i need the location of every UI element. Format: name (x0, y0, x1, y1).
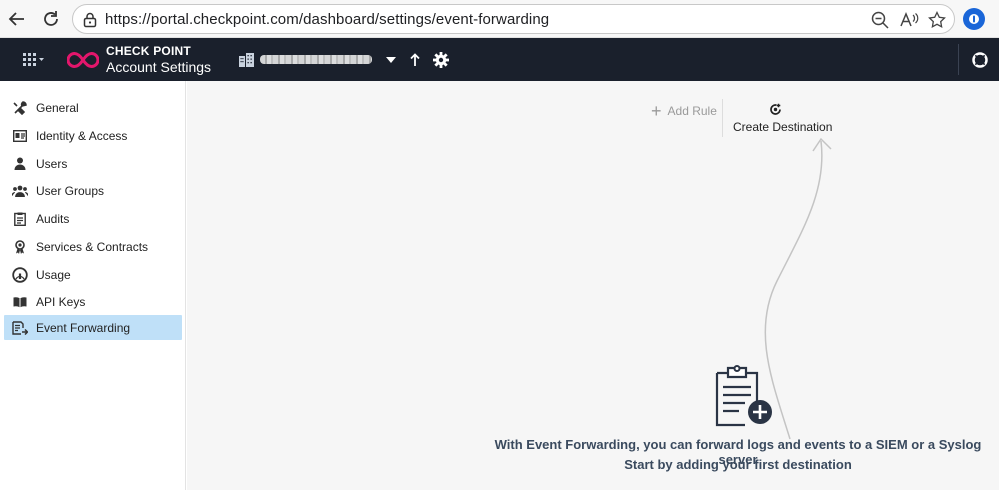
checkpoint-logo (66, 50, 100, 70)
account-dropdown-button[interactable] (384, 53, 398, 67)
settings-sidebar: General Identity & Access Users User Gro… (0, 81, 186, 490)
hint-arrow (764, 137, 832, 440)
sidebar-item-users[interactable]: Users (4, 151, 182, 176)
app-launcher-button[interactable] (22, 50, 46, 70)
infinity-logo-icon (67, 51, 99, 69)
user-icon (12, 156, 28, 172)
app-header: CHECK POINT Account Settings (0, 38, 999, 81)
building-icon (238, 52, 254, 68)
lifebuoy-icon (972, 52, 988, 68)
read-aloud-icon[interactable] (899, 10, 919, 30)
account-name-redacted (260, 55, 372, 64)
settings-button[interactable] (432, 51, 450, 69)
sidebar-item-usage[interactable]: Usage (4, 262, 182, 287)
header-divider (958, 44, 959, 75)
page-title: Account Settings (106, 59, 212, 75)
main-content: + Add Rule Create Destination With Event… (187, 81, 999, 490)
clipboard-add-icon (715, 365, 772, 427)
reload-icon (44, 11, 58, 26)
sidebar-item-services-contracts[interactable]: Services & Contracts (4, 234, 182, 259)
favorite-star-icon[interactable] (927, 10, 947, 30)
clipboard-icon (12, 211, 28, 227)
back-button[interactable] (4, 6, 30, 32)
back-arrow-icon (8, 12, 24, 26)
browser-toolbar: https://portal.checkpoint.com/dashboard/… (0, 0, 999, 38)
id-card-icon (12, 128, 28, 144)
sidebar-item-api-keys[interactable]: API Keys (4, 289, 182, 314)
switch-account-button[interactable] (406, 51, 424, 69)
caret-down-icon (386, 57, 396, 63)
reload-button[interactable] (38, 6, 64, 32)
sidebar-item-user-groups[interactable]: User Groups (4, 178, 182, 203)
book-icon (12, 294, 28, 310)
brand-name: CHECK POINT (106, 44, 191, 58)
zoom-icon[interactable] (870, 10, 890, 30)
password-manager-extension-icon[interactable] (963, 8, 985, 30)
lock-icon[interactable] (80, 10, 100, 30)
address-bar[interactable]: https://portal.checkpoint.com/dashboard/… (72, 4, 955, 34)
ribbon-icon (12, 239, 28, 255)
arrow-up-icon (410, 53, 420, 66)
sidebar-item-audits[interactable]: Audits (4, 206, 182, 231)
users-icon (12, 183, 28, 199)
url-text: https://portal.checkpoint.com/dashboard/… (105, 11, 550, 28)
grid-icon (23, 53, 44, 66)
sidebar-item-identity-access[interactable]: Identity & Access (4, 123, 182, 148)
gauge-icon (12, 266, 28, 283)
help-button[interactable] (971, 51, 989, 69)
gear-icon (433, 52, 449, 68)
tools-icon (12, 100, 28, 116)
empty-state-hint: Start by adding your first destination (624, 457, 852, 472)
sidebar-item-general[interactable]: General (4, 95, 182, 120)
sidebar-item-event-forwarding[interactable]: Event Forwarding (4, 315, 182, 340)
forward-doc-icon (12, 320, 28, 336)
